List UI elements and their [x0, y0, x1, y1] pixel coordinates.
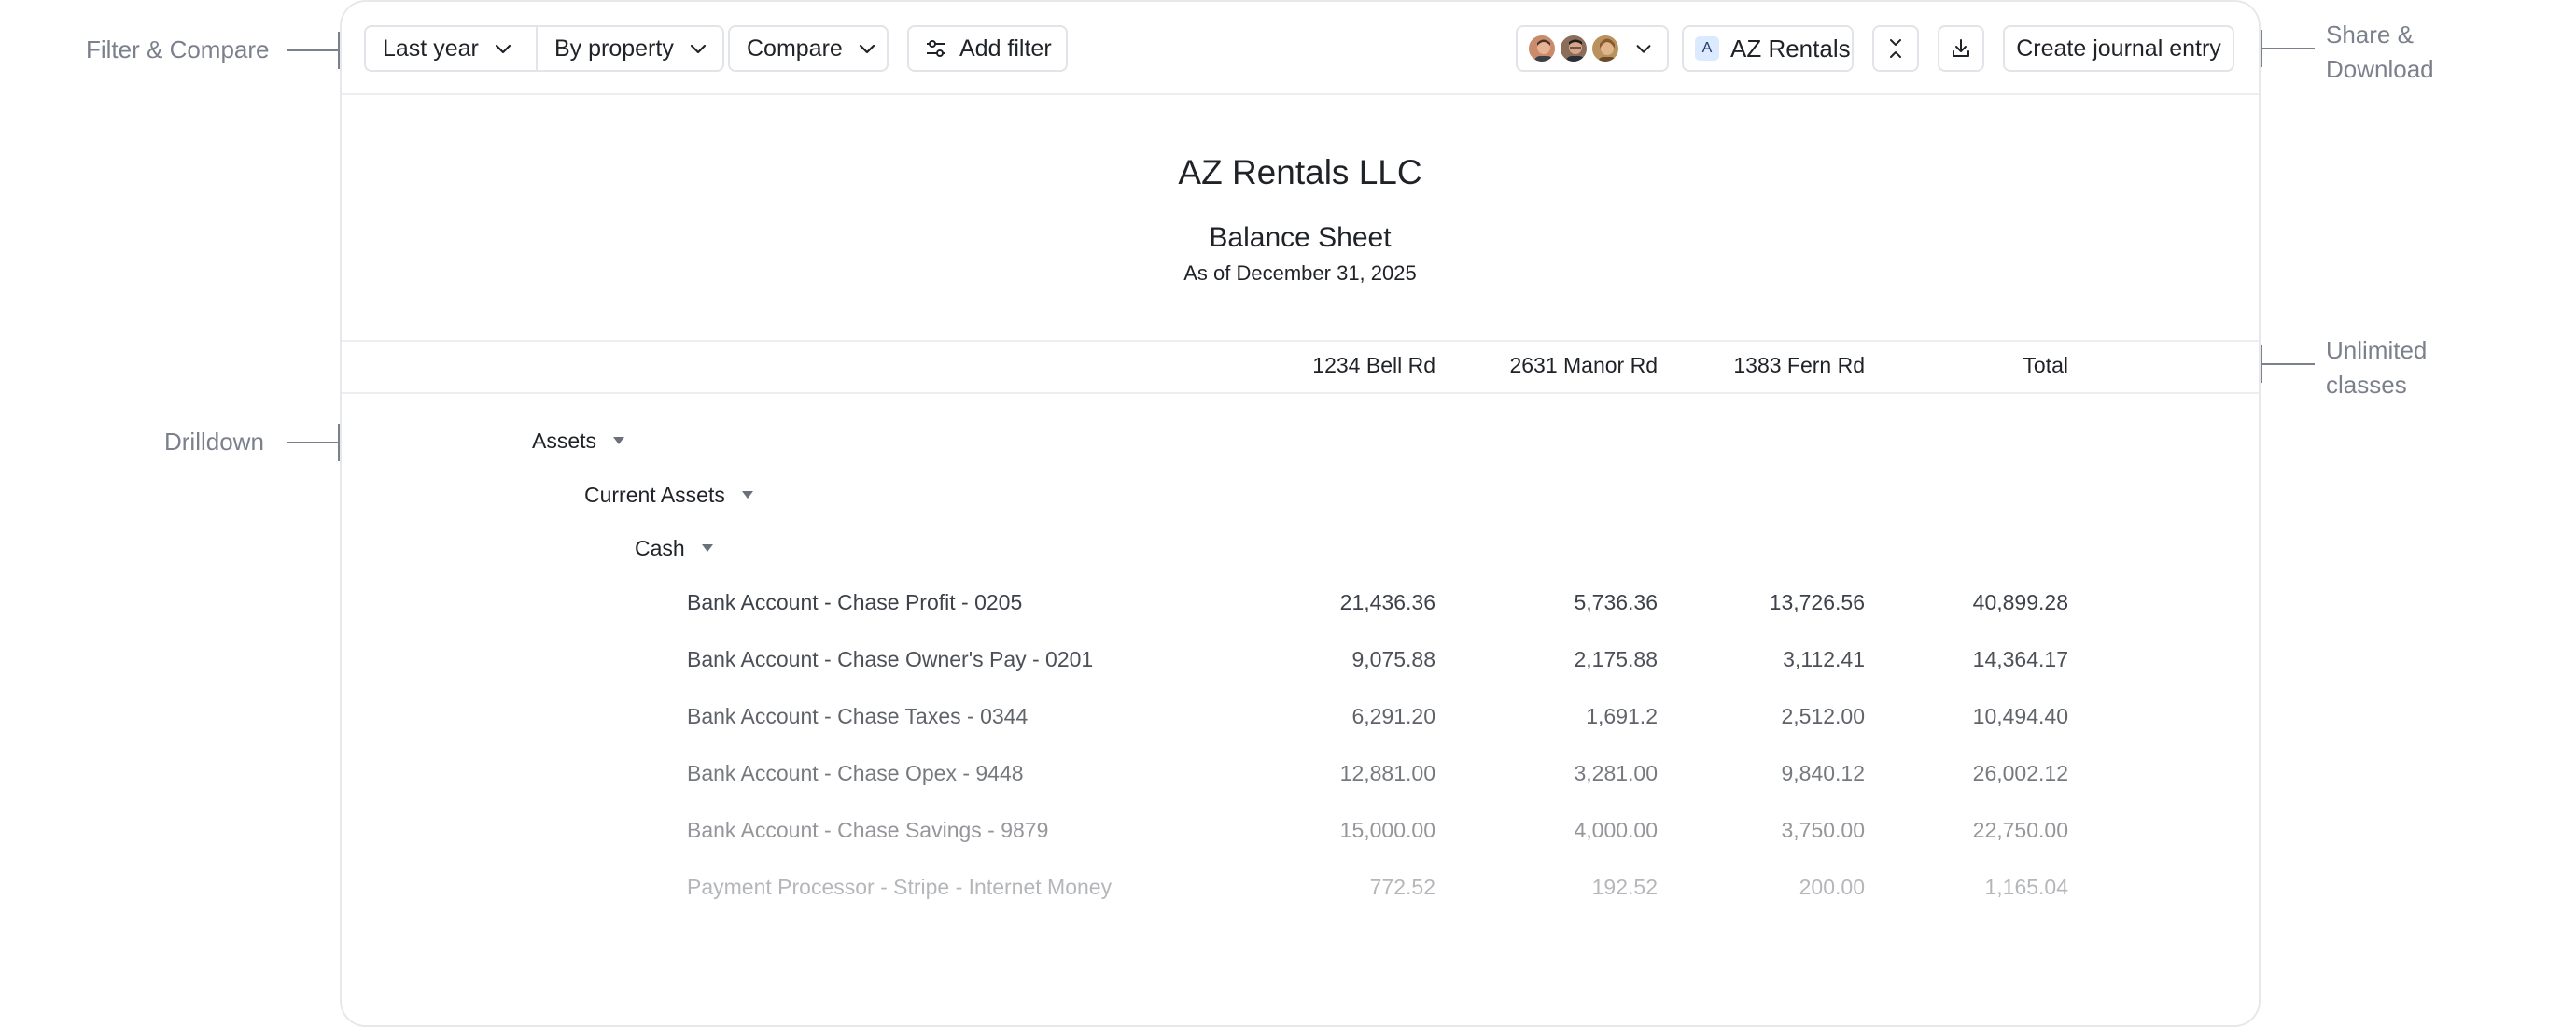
company-name: AZ Rentals LLC: [1178, 153, 1422, 191]
group-by-select[interactable]: By property: [536, 25, 724, 72]
entity-name: AZ Rentals: [1730, 34, 1851, 63]
section-row-cash[interactable]: Cash: [342, 530, 2259, 568]
cell-value[interactable]: 9,840.12: [1781, 761, 1865, 786]
report-date: As of December 31, 2025: [1183, 261, 1417, 285]
annotation-filter-compare: Filter & Compare: [86, 35, 270, 63]
cell-value[interactable]: 6,291.20: [1351, 704, 1435, 729]
account-name[interactable]: Bank Account - Chase Savings - 9879: [687, 818, 1048, 843]
report-title: Balance Sheet: [1209, 222, 1392, 253]
annotation-connector: [2261, 48, 2315, 49]
period-select[interactable]: Last year: [364, 25, 538, 72]
compare-select[interactable]: Compare: [728, 25, 889, 72]
filter-sliders-icon: [924, 36, 948, 61]
annotation-unlimited-classes: Unlimited classes: [2326, 333, 2427, 402]
column-header[interactable]: 1383 Fern Rd: [1733, 353, 1865, 378]
cell-value[interactable]: 9,075.88: [1351, 647, 1435, 672]
annotation-classes-line2: classes: [2326, 371, 2407, 399]
cell-value[interactable]: 3,750.00: [1781, 818, 1865, 843]
account-name[interactable]: Bank Account - Chase Owner's Pay - 0201: [687, 647, 1093, 672]
download-icon: [1950, 37, 1972, 60]
create-journal-entry-button[interactable]: Create journal entry: [2003, 25, 2234, 72]
caret-down-icon[interactable]: [741, 490, 753, 499]
section-label: Assets: [532, 429, 625, 454]
cell-value[interactable]: 772.52: [1370, 875, 1435, 900]
table-row[interactable]: Bank Account - Chase Opex - 9448 12,881.…: [342, 755, 2259, 793]
account-name[interactable]: Bank Account - Chase Opex - 9448: [687, 761, 1024, 786]
annotation-drilldown: Drilldown: [164, 428, 264, 456]
cell-value[interactable]: 1,691.2: [1586, 704, 1658, 729]
table-row[interactable]: Payment Processor - Stripe - Internet Mo…: [342, 869, 2259, 907]
entity-badge: A: [1695, 36, 1719, 61]
table-row[interactable]: Bank Account - Chase Profit - 0205 21,43…: [342, 584, 2259, 622]
report-window: Last year By property Compare Add filter…: [340, 0, 2261, 1027]
annotation-share-download: Share & Download: [2326, 18, 2434, 87]
chevron-down-icon: [856, 37, 878, 60]
cell-value[interactable]: 10,494.40: [1973, 704, 2068, 729]
cash-label: Cash: [635, 536, 685, 560]
cell-value[interactable]: 2,175.88: [1574, 647, 1658, 672]
table-row[interactable]: Bank Account - Chase Taxes - 0344 6,291.…: [342, 698, 2259, 736]
section-row-current-assets[interactable]: Current Assets: [342, 477, 2259, 514]
cell-value[interactable]: 15,000.00: [1340, 818, 1435, 843]
table-row[interactable]: Bank Account - Chase Savings - 9879 15,0…: [342, 812, 2259, 850]
section-row-assets[interactable]: Assets: [342, 423, 2259, 460]
cell-value[interactable]: 12,881.00: [1340, 761, 1435, 786]
annotation-connector: [287, 442, 340, 443]
cell-value[interactable]: 21,436.36: [1340, 590, 1435, 615]
chevron-down-icon: [492, 37, 514, 60]
assets-label: Assets: [532, 429, 597, 453]
column-header[interactable]: Total: [2023, 353, 2068, 378]
cell-value[interactable]: 14,364.17: [1973, 647, 2068, 672]
table-row[interactable]: Bank Account - Chase Owner's Pay - 0201 …: [342, 641, 2259, 679]
cell-value[interactable]: 22,750.00: [1973, 818, 2068, 843]
cell-value[interactable]: 1,165.04: [1984, 875, 2068, 900]
cell-value[interactable]: 3,281.00: [1574, 761, 1658, 786]
annotation-share-line1: Share &: [2326, 21, 2414, 49]
avatar: [1559, 34, 1589, 63]
add-filter-button[interactable]: Add filter: [907, 25, 1068, 72]
cell-value[interactable]: 26,002.12: [1973, 761, 2068, 786]
annotation-share-line2: Download: [2326, 55, 2434, 83]
caret-down-icon[interactable]: [613, 436, 625, 444]
period-label: Last year: [383, 35, 479, 62]
group-by-label: By property: [554, 35, 674, 62]
column-header-row: 1234 Bell Rd 2631 Manor Rd 1383 Fern Rd …: [342, 340, 2259, 394]
column-header[interactable]: 1234 Bell Rd: [1312, 353, 1435, 378]
cell-value[interactable]: 40,899.28: [1973, 590, 2068, 615]
account-name[interactable]: Bank Account - Chase Profit - 0205: [687, 590, 1022, 615]
compare-label: Compare: [747, 35, 843, 62]
collapse-rows-button[interactable]: [1872, 25, 1919, 72]
account-name[interactable]: Bank Account - Chase Taxes - 0344: [687, 704, 1028, 729]
cell-value[interactable]: 13,726.56: [1770, 590, 1865, 615]
cell-value[interactable]: 3,112.41: [1783, 647, 1865, 672]
avatar: [1590, 34, 1620, 63]
annotation-connector: [287, 49, 340, 51]
annotation-connector-tick: [2261, 345, 2262, 383]
create-journal-label: Create journal entry: [2016, 35, 2221, 62]
annotation-connector-tick: [2261, 30, 2262, 67]
account-name[interactable]: Payment Processor - Stripe - Internet Mo…: [687, 875, 1112, 900]
cell-value[interactable]: 192.52: [1592, 875, 1658, 900]
download-button[interactable]: [1938, 25, 1984, 72]
chevron-down-icon: [1633, 38, 1654, 59]
avatar: [1527, 34, 1557, 63]
column-header[interactable]: 2631 Manor Rd: [1509, 353, 1658, 378]
cell-value[interactable]: 2,512.00: [1781, 704, 1865, 729]
shared-users-button[interactable]: [1516, 25, 1669, 72]
collapse-icon: [1884, 37, 1907, 60]
annotation-classes-line1: Unlimited: [2326, 336, 2428, 364]
entity-selector[interactable]: A AZ Rentals: [1682, 25, 1854, 72]
caret-down-icon[interactable]: [701, 543, 713, 552]
add-filter-label: Add filter: [959, 35, 1052, 62]
section-label: Cash: [635, 536, 713, 561]
cell-value[interactable]: 5,736.36: [1574, 590, 1658, 615]
cell-value[interactable]: 200.00: [1799, 875, 1865, 900]
annotation-connector: [2261, 363, 2315, 365]
cell-value[interactable]: 4,000.00: [1574, 818, 1658, 843]
chevron-down-icon: [687, 37, 709, 60]
section-label: Current Assets: [584, 483, 753, 508]
current-assets-label: Current Assets: [584, 483, 725, 507]
report-toolbar: Last year By property Compare Add filter…: [342, 2, 2259, 95]
